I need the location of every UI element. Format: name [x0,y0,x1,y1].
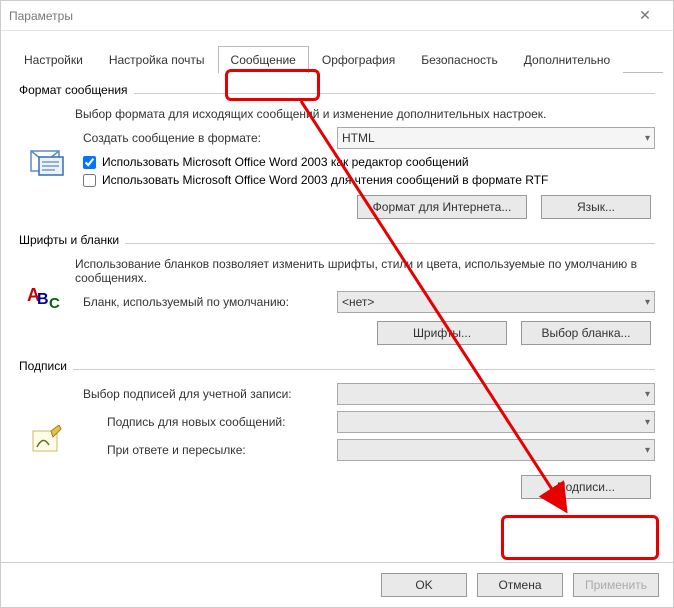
signature-reply-select[interactable]: ▾ [337,439,655,461]
create-format-label: Создать сообщение в формате: [75,131,337,145]
use-word-editor-checkbox[interactable] [83,156,96,169]
blank-label: Бланк, используемый по умолчанию: [75,295,337,309]
chevron-down-icon: ▾ [645,133,650,144]
titlebar: Параметры ✕ [1,1,673,31]
format-description: Выбор формата для исходящих сообщений и … [75,107,655,121]
create-format-select[interactable]: HTML ▾ [337,127,655,149]
group-fonts: Шрифты и бланки A B C Использование блан… [19,233,655,349]
blank-select[interactable]: <нет> ▾ [337,291,655,313]
fonts-description: Использование бланков позволяет изменить… [75,257,655,285]
signature-new-select[interactable]: ▾ [337,411,655,433]
use-word-reader-label: Использовать Microsoft Office Word 2003 … [102,173,548,187]
tab-advanced[interactable]: Дополнительно [511,46,623,73]
apply-button[interactable]: Применить [573,573,659,597]
use-word-editor-label: Использовать Microsoft Office Word 2003 … [102,155,469,169]
signature-reply-label: При ответе и пересылке: [99,443,337,457]
tab-spelling[interactable]: Орфография [309,46,408,73]
highlight-button-annotation [501,515,659,560]
chevron-down-icon: ▾ [645,445,650,456]
ok-button[interactable]: OK [381,573,467,597]
language-button[interactable]: Язык... [541,195,651,219]
chevron-down-icon: ▾ [645,417,650,428]
cancel-button[interactable]: Отмена [477,573,563,597]
tab-panel-message: Формат сообщения Выбор формата [11,73,663,503]
tab-general[interactable]: Настройки [11,46,96,73]
tab-message[interactable]: Сообщение [218,46,309,73]
group-label-fonts: Шрифты и бланки [19,233,125,247]
mail-icon [29,147,65,177]
signature-new-label: Подпись для новых сообщений: [99,415,337,429]
signature-icon [29,425,65,455]
group-signatures: Подписи Выбор подписей для учетной запис… [19,359,655,503]
window-title: Параметры [9,9,625,23]
tab-strip: Настройки Настройка почты Сообщение Орфо… [11,45,663,73]
stationery-icon: A B C [27,285,67,315]
use-word-reader-checkbox[interactable] [83,174,96,187]
group-message-format: Формат сообщения Выбор формата [19,83,655,223]
internet-format-button[interactable]: Формат для Интернета... [357,195,527,219]
dialog-footer: OK Отмена Применить [1,562,673,607]
group-label-signatures: Подписи [19,359,73,373]
signature-account-label: Выбор подписей для учетной записи: [75,387,337,401]
signatures-button[interactable]: Подписи... [521,475,651,499]
signature-account-select[interactable]: ▾ [337,383,655,405]
tab-mail-setup[interactable]: Настройка почты [96,46,218,73]
close-icon[interactable]: ✕ [625,7,665,24]
fonts-button[interactable]: Шрифты... [377,321,507,345]
chevron-down-icon: ▾ [645,389,650,400]
content-area: Настройки Настройка почты Сообщение Орфо… [1,31,673,562]
group-label-format: Формат сообщения [19,83,134,97]
options-dialog: Параметры ✕ Настройки Настройка почты Со… [0,0,674,608]
choose-blank-button[interactable]: Выбор бланка... [521,321,651,345]
tab-security[interactable]: Безопасность [408,46,511,73]
chevron-down-icon: ▾ [645,297,650,308]
